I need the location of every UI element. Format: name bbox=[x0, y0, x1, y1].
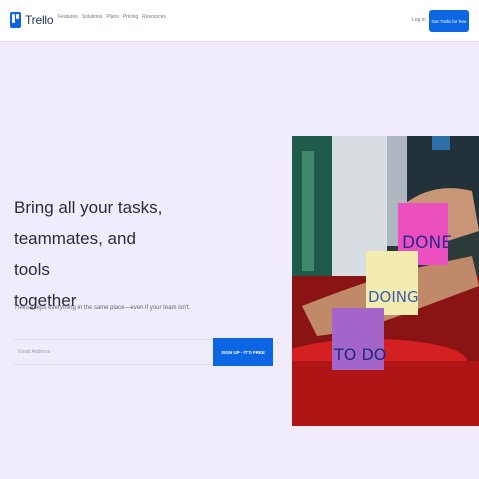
note-done-label: DONE bbox=[402, 233, 452, 253]
email-input[interactable]: Email Address bbox=[14, 339, 213, 365]
note-todo-label: TO DO bbox=[333, 345, 386, 364]
note-doing-label: DOING bbox=[368, 288, 419, 306]
nav-link-pricing[interactable]: Pricing bbox=[123, 14, 138, 20]
trello-logo[interactable]: Trello bbox=[10, 12, 54, 28]
headline-line-2: teammates, and tools bbox=[14, 229, 136, 279]
hero-image: DONE DOING TO DO bbox=[292, 136, 479, 426]
headline-line-3: together bbox=[14, 291, 77, 310]
headline-line-1: Bring all your tasks, bbox=[14, 198, 163, 217]
note-todo: TO DO bbox=[332, 308, 386, 370]
nav-link-plans[interactable]: Plans bbox=[106, 14, 119, 20]
hero-subtext: Trello keeps everything in the same plac… bbox=[14, 305, 191, 311]
nav-link-features[interactable]: Features bbox=[58, 14, 78, 20]
hero-headline: Bring all your tasks, teammates, and too… bbox=[14, 192, 164, 316]
login-link[interactable]: Log in bbox=[412, 17, 426, 23]
top-navigation: Trello Features Solutions Plans Pricing … bbox=[0, 0, 479, 42]
brand-name: Trello bbox=[25, 13, 54, 27]
signup-button[interactable]: SIGN UP - IT'S FREE bbox=[213, 338, 273, 366]
nav-link-solutions[interactable]: Solutions bbox=[82, 14, 103, 20]
nav-links: Features Solutions Plans Pricing Resourc… bbox=[58, 14, 166, 20]
sticky-notes-photo: DONE DOING TO DO bbox=[292, 136, 479, 426]
note-doing: DOING bbox=[366, 251, 419, 315]
get-trello-free-button[interactable]: Get Trello for free bbox=[429, 10, 469, 32]
trello-board-icon bbox=[10, 12, 21, 28]
nav-link-resources[interactable]: Resources bbox=[142, 14, 166, 20]
